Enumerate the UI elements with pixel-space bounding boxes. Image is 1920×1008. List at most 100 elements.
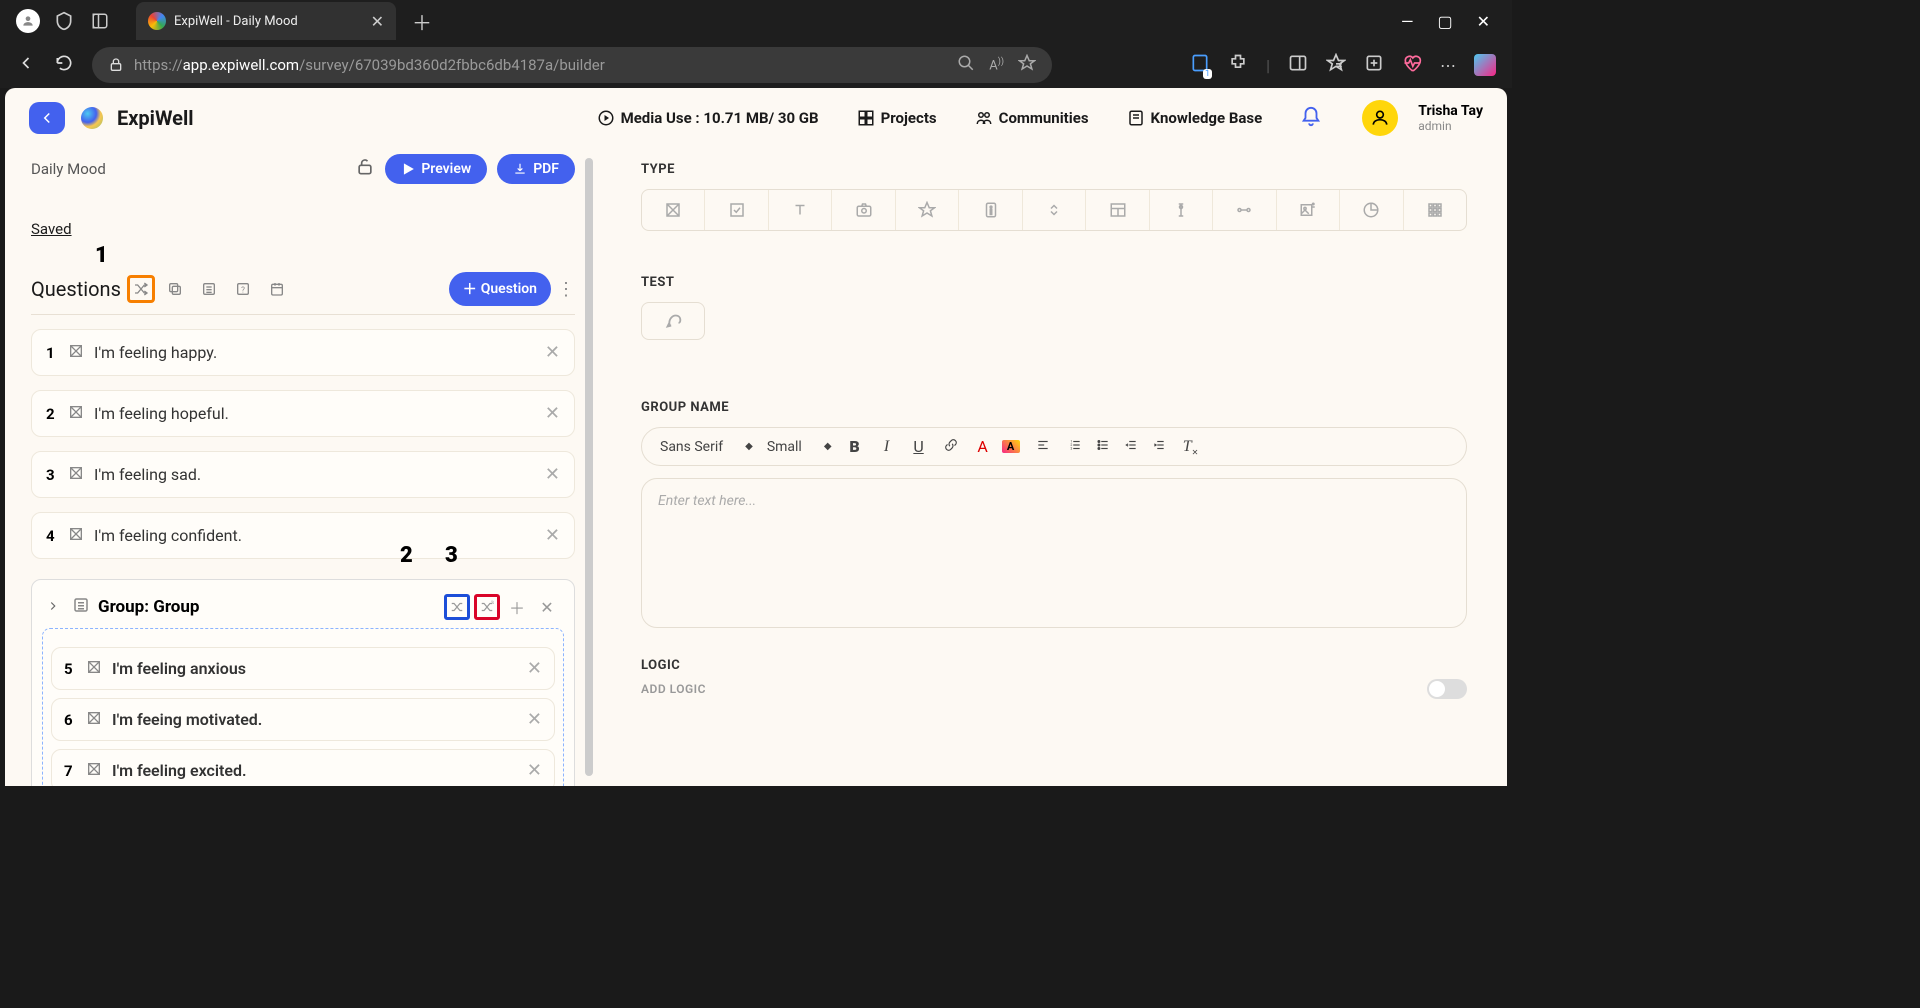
remove-question-icon[interactable]: ✕	[545, 403, 560, 424]
ol-button[interactable]: 123	[1066, 437, 1084, 456]
question-item[interactable]: 6I'm feeing motivated.✕	[51, 698, 555, 741]
type-slider-icon[interactable]	[1150, 190, 1213, 230]
group-title: Group: Group	[98, 597, 440, 617]
chevron-right-icon[interactable]	[46, 598, 64, 617]
communities-link[interactable]: Communities	[975, 109, 1089, 127]
italic-button[interactable]: I	[878, 438, 896, 456]
color-button[interactable]: A	[974, 437, 992, 456]
test-ai-button[interactable]	[641, 302, 705, 340]
matrix-icon	[86, 659, 102, 679]
font-size-select[interactable]: Small◆	[767, 439, 832, 455]
type-photo-icon[interactable]	[832, 190, 895, 230]
group-remove-icon[interactable]: ✕	[534, 594, 560, 620]
projects-link[interactable]: Projects	[857, 109, 937, 127]
font-family-select[interactable]: Sans Serif◆	[660, 439, 753, 455]
highlight-button[interactable]: A	[1002, 440, 1020, 453]
add-question-button[interactable]: ＋ Question	[449, 272, 551, 306]
outdent-button[interactable]	[1122, 437, 1140, 456]
preview-button[interactable]: Preview	[385, 154, 487, 184]
type-rating-icon[interactable]	[896, 190, 959, 230]
type-time-icon[interactable]	[1340, 190, 1403, 230]
media-use[interactable]: Media Use : 10.71 MB/ 30 GB	[597, 109, 819, 127]
knowledge-link[interactable]: Knowledge Base	[1127, 109, 1263, 127]
indent-button[interactable]	[1150, 437, 1168, 456]
tablist-icon[interactable]	[86, 7, 114, 35]
question-item[interactable]: 1I'm feeling happy.✕	[31, 329, 575, 376]
minimize-icon[interactable]: —	[1401, 12, 1414, 31]
favorite-icon[interactable]	[1018, 54, 1036, 76]
window-controls: — ▢ ✕	[1401, 12, 1512, 31]
browser-tab[interactable]: ExpiWell - Daily Mood ✕	[136, 2, 396, 40]
pdf-button[interactable]: PDF	[497, 154, 575, 184]
logic-toggle[interactable]	[1427, 679, 1467, 699]
group-shuffle-button[interactable]	[444, 594, 470, 620]
read-aloud-icon[interactable]: A))	[989, 57, 1004, 73]
type-info-icon[interactable]	[959, 190, 1022, 230]
type-text-icon[interactable]	[769, 190, 832, 230]
remove-question-icon[interactable]: ✕	[545, 342, 560, 363]
notifications-icon[interactable]	[1300, 106, 1324, 130]
underline-button[interactable]: U	[910, 437, 928, 456]
align-button[interactable]	[1034, 437, 1052, 456]
tab-close-icon[interactable]: ✕	[371, 12, 384, 31]
address-bar[interactable]: https://app.expiwell.com/survey/67039bd3…	[92, 47, 1052, 83]
new-tab-icon[interactable]: ＋	[412, 7, 432, 36]
group-header[interactable]: Group: Group % ＋ ✕	[42, 590, 564, 628]
close-window-icon[interactable]: ✕	[1477, 12, 1490, 31]
copy-button[interactable]	[161, 275, 189, 303]
type-grid-icon[interactable]	[1404, 190, 1466, 230]
unlock-icon[interactable]	[355, 157, 375, 181]
question-item[interactable]: 4I'm feeling confident.✕	[31, 512, 575, 559]
question-item[interactable]: 7I'm feeling excited.✕	[51, 749, 555, 786]
svg-text:3: 3	[1070, 447, 1072, 451]
group-name-input[interactable]: Enter text here...	[641, 478, 1467, 628]
type-checkbox-icon[interactable]	[705, 190, 768, 230]
ext1-icon[interactable]: 1	[1190, 53, 1210, 77]
ul-button[interactable]	[1094, 437, 1112, 456]
question-item[interactable]: 5I'm feeling anxious✕	[51, 647, 555, 690]
calendar-button[interactable]	[263, 275, 291, 303]
type-image-icon[interactable]	[1277, 190, 1340, 230]
matrix-icon	[68, 526, 84, 546]
remove-question-icon[interactable]: ✕	[545, 464, 560, 485]
favorites-icon[interactable]	[1326, 53, 1346, 77]
remove-question-icon[interactable]: ✕	[527, 760, 542, 781]
zoom-icon[interactable]	[957, 54, 975, 76]
list-button[interactable]	[195, 275, 223, 303]
type-matrix-icon[interactable]	[642, 190, 705, 230]
more-icon[interactable]: ⋯	[1440, 56, 1456, 75]
type-layout-icon[interactable]	[1086, 190, 1149, 230]
matrix-icon	[68, 465, 84, 485]
question-item[interactable]: 3I'm feeling sad.✕	[31, 451, 575, 498]
extensions-icon[interactable]	[1228, 53, 1248, 77]
remove-question-icon[interactable]: ✕	[527, 709, 542, 730]
survey-name: Daily Mood	[31, 160, 106, 178]
collections-icon[interactable]	[1364, 53, 1384, 77]
add-logic-label: ADD LOGIC	[641, 682, 706, 696]
link-button[interactable]	[942, 437, 960, 456]
group-subset-button[interactable]: %	[474, 594, 500, 620]
group-add-icon[interactable]: ＋	[504, 594, 530, 620]
profile-icon[interactable]	[14, 7, 42, 35]
annotation-2: 2	[400, 543, 413, 568]
workspaces-icon[interactable]	[50, 7, 78, 35]
copilot-icon[interactable]	[1474, 54, 1496, 76]
back-button[interactable]	[29, 102, 65, 134]
nav-back-icon[interactable]	[16, 53, 36, 77]
help-button[interactable]: ?	[229, 275, 257, 303]
matrix-icon	[68, 404, 84, 424]
remove-question-icon[interactable]: ✕	[527, 658, 542, 679]
shuffle-button[interactable]	[127, 275, 155, 303]
clear-format-button[interactable]: T✕	[1182, 436, 1200, 457]
split-icon[interactable]	[1288, 53, 1308, 77]
avatar[interactable]	[1362, 100, 1398, 136]
type-expand-icon[interactable]	[1023, 190, 1086, 230]
bold-button[interactable]: B	[846, 437, 864, 456]
maximize-icon[interactable]: ▢	[1437, 12, 1452, 31]
remove-question-icon[interactable]: ✕	[545, 525, 560, 546]
question-item[interactable]: 2I'm feeling hopeful.✕	[31, 390, 575, 437]
type-link-icon[interactable]	[1213, 190, 1276, 230]
more-menu-icon[interactable]: ⋮	[557, 279, 575, 300]
nav-reload-icon[interactable]	[54, 53, 74, 77]
health-icon[interactable]	[1402, 53, 1422, 77]
